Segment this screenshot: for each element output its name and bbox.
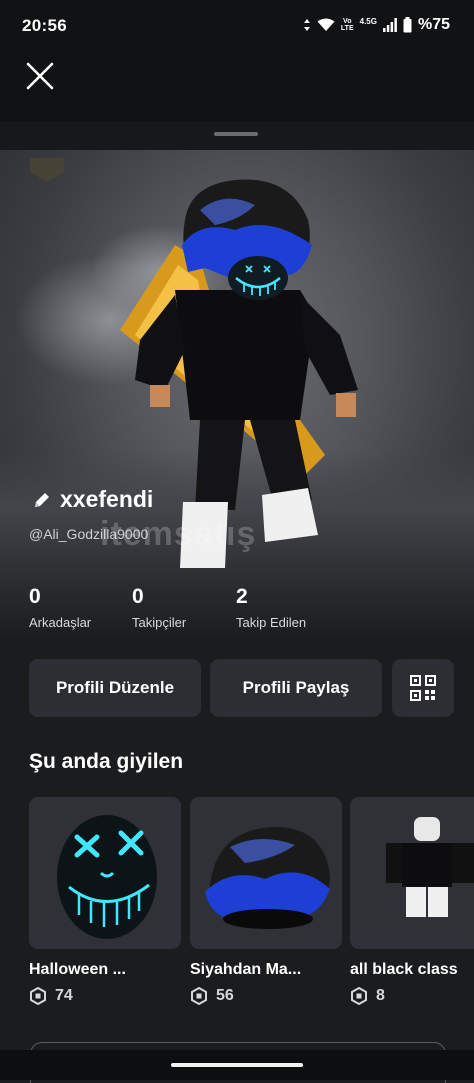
wifi-icon bbox=[317, 18, 335, 31]
data-arrows-icon bbox=[303, 19, 310, 31]
status-icons: Vo LTE 4.5G %75 bbox=[303, 16, 450, 34]
qr-code-button[interactable] bbox=[392, 659, 454, 717]
stat-value: 0 bbox=[132, 585, 144, 608]
wearing-item-card[interactable]: Siyahdan Ma... 56 bbox=[190, 797, 342, 1005]
black-outfit-image bbox=[386, 817, 474, 917]
price-value: 74 bbox=[55, 987, 73, 1004]
stat-label: Takipçiler bbox=[132, 615, 187, 630]
stat-following[interactable]: 2 Takip Edilen bbox=[236, 585, 306, 630]
item-price: 56 bbox=[190, 987, 342, 1005]
pencil-icon[interactable] bbox=[32, 490, 52, 510]
edit-profile-button[interactable]: Profili Düzenle bbox=[29, 659, 201, 717]
robux-icon bbox=[191, 987, 207, 1005]
price-value: 56 bbox=[216, 987, 234, 1004]
status-time: 20:56 bbox=[22, 16, 67, 35]
system-nav-bar bbox=[0, 1050, 474, 1080]
watermark-logo: itemsatış bbox=[100, 515, 257, 553]
battery-percent: %75 bbox=[417, 16, 450, 33]
stat-friends[interactable]: 0 Arkadaşlar bbox=[29, 585, 91, 630]
stat-value: 0 bbox=[29, 585, 41, 608]
item-price: 74 bbox=[29, 987, 181, 1005]
close-icon bbox=[26, 62, 54, 90]
volte-indicator: Vo LTE bbox=[340, 18, 354, 32]
hair-image bbox=[205, 826, 330, 929]
item-price: 8 bbox=[350, 987, 474, 1005]
price-value: 8 bbox=[376, 987, 385, 1004]
stat-value: 2 bbox=[236, 585, 248, 608]
display-name-row[interactable]: xxefendi bbox=[32, 486, 153, 513]
avatar-hero[interactable]: xxefendi @Ali_Godzilla9000 itemsatış 0 A… bbox=[0, 150, 474, 640]
stat-followers[interactable]: 0 Takipçiler bbox=[132, 585, 186, 630]
network-type: 4.5G bbox=[359, 16, 377, 26]
close-button[interactable] bbox=[24, 60, 56, 92]
home-gesture-bar[interactable] bbox=[171, 1063, 303, 1067]
wearing-item-card[interactable]: all black class 8 bbox=[350, 797, 474, 1005]
neon-mask-image bbox=[57, 815, 157, 939]
sheet-top bbox=[0, 122, 474, 150]
section-title-wearing: Şu anda giyilen bbox=[29, 750, 184, 773]
signal-icon bbox=[382, 18, 397, 32]
item-thumbnail bbox=[190, 797, 342, 949]
battery-icon bbox=[403, 17, 412, 33]
item-name: Siyahdan Ma... bbox=[190, 961, 302, 978]
header bbox=[0, 52, 474, 122]
status-bar: 20:56 Vo LTE 4.5G %75 bbox=[0, 0, 474, 52]
wearing-item-card[interactable]: Halloween ... 74 bbox=[29, 797, 181, 1005]
item-name: Halloween ... bbox=[29, 961, 126, 978]
item-thumbnail bbox=[350, 797, 474, 949]
item-thumbnail bbox=[29, 797, 181, 949]
stat-label: Takip Edilen bbox=[236, 615, 307, 630]
display-name: xxefendi bbox=[60, 486, 154, 512]
item-name: all black class bbox=[350, 961, 458, 978]
robux-icon bbox=[351, 987, 367, 1005]
robux-icon bbox=[30, 987, 46, 1005]
drag-handle[interactable] bbox=[214, 132, 258, 136]
stat-label: Arkadaşlar bbox=[29, 615, 92, 630]
avatar-render bbox=[15, 158, 358, 568]
profile-stats: 0 Arkadaşlar 0 Takipçiler 2 Takip Edilen bbox=[0, 585, 474, 635]
qr-code-icon bbox=[410, 675, 436, 701]
share-profile-button[interactable]: Profili Paylaş bbox=[210, 659, 382, 717]
badge-icon bbox=[30, 158, 64, 182]
